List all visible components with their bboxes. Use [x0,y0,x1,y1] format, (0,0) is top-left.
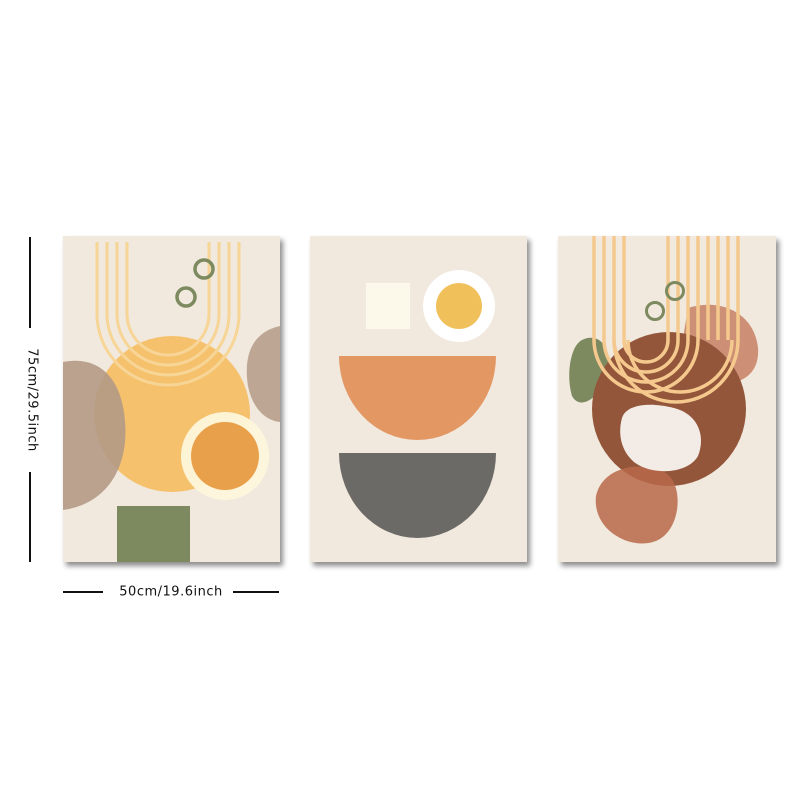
width-dimension-line [233,591,279,593]
height-dimension-line [29,472,31,562]
width-dimension-label: 50cm/19.6inch [119,584,223,600]
abstract-artwork-center [339,270,496,538]
height-dimension-line [29,237,31,328]
abstract-artwork-left [63,242,280,562]
art-panel-center [310,236,527,562]
abstract-artwork-right [569,236,759,544]
art-panel-right [558,236,776,562]
width-dimension-line [63,591,103,593]
art-panel-left [63,236,280,562]
height-dimension-label: 75cm/29.5inch [24,348,40,452]
